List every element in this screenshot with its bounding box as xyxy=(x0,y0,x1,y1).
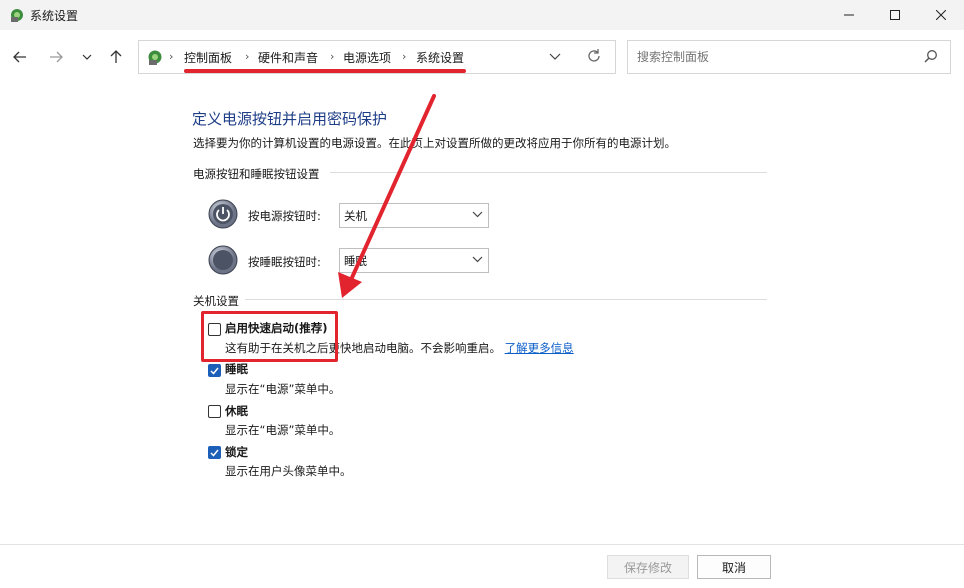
control-panel-icon xyxy=(11,9,23,22)
hibernate-option-title: 休眠 xyxy=(225,404,248,418)
sleep-button-action-select[interactable]: 睡眠 xyxy=(339,248,489,273)
sleep-button-label: 按睡眠按钮时: xyxy=(248,255,321,269)
minimize-button[interactable] xyxy=(826,0,872,30)
chevron-down-icon xyxy=(549,53,561,60)
back-button[interactable] xyxy=(9,46,31,68)
page-description: 选择要为你的计算机设置的电源设置。在此页上对设置所做的更改将应用于你所有的电源计… xyxy=(193,136,676,150)
minimize-icon xyxy=(844,14,854,16)
breadcrumb-separator-icon: › xyxy=(330,50,335,63)
section-divider xyxy=(245,299,767,300)
annotation-arrow-icon xyxy=(338,94,436,298)
breadcrumb-item-control-panel[interactable]: 控制面板 xyxy=(184,49,232,66)
breadcrumb-item-system-settings[interactable]: 系统设置 xyxy=(416,49,464,66)
chevron-down-icon xyxy=(472,211,483,218)
sleep-option-title: 睡眠 xyxy=(225,362,248,376)
up-button[interactable] xyxy=(105,46,127,68)
power-button-action-select[interactable]: 关机 xyxy=(339,203,489,228)
checkmark-icon xyxy=(210,449,219,457)
search-button[interactable] xyxy=(924,49,938,66)
lock-option-description: 显示在用户头像菜单中。 xyxy=(225,464,352,478)
window-title: 系统设置 xyxy=(30,9,79,23)
power-button-icon xyxy=(208,199,238,229)
footer-divider xyxy=(0,544,964,545)
refresh-button[interactable] xyxy=(586,48,602,67)
search-icon xyxy=(924,50,937,63)
search-input[interactable] xyxy=(637,50,907,64)
section-divider xyxy=(330,172,767,173)
recent-locations-button[interactable] xyxy=(76,46,98,68)
checkmark-icon xyxy=(210,367,219,375)
hibernate-option-description: 显示在“电源”菜单中。 xyxy=(225,423,341,437)
breadcrumb-item-power-options[interactable]: 电源选项 xyxy=(343,49,391,66)
sleep-option-description: 显示在“电源”菜单中。 xyxy=(225,382,341,396)
breadcrumb-separator-icon: › xyxy=(169,50,174,63)
cancel-button[interactable]: 取消 xyxy=(697,555,771,579)
title-bar xyxy=(0,0,964,30)
learn-more-link[interactable]: 了解更多信息 xyxy=(505,341,574,355)
save-changes-button[interactable]: 保存修改 xyxy=(607,555,689,579)
maximize-button[interactable] xyxy=(872,0,918,30)
sleep-button-icon xyxy=(208,245,238,275)
arrow-left-icon xyxy=(13,51,26,63)
maximize-icon xyxy=(890,10,900,20)
address-history-button[interactable] xyxy=(549,50,561,64)
breadcrumb-separator-icon: › xyxy=(402,50,407,63)
refresh-icon xyxy=(588,49,600,62)
arrow-up-icon xyxy=(110,50,122,63)
page-title: 定义电源按钮并启用密码保护 xyxy=(192,110,388,128)
chevron-down-icon xyxy=(82,54,92,60)
breadcrumb-separator-icon: › xyxy=(245,50,250,63)
control-panel-icon xyxy=(148,50,162,65)
annotation-underline xyxy=(184,69,466,73)
lock-option-title: 锁定 xyxy=(225,445,248,459)
power-button-action-value: 关机 xyxy=(344,208,367,223)
section-heading-buttons: 电源按钮和睡眠按钮设置 xyxy=(193,167,320,181)
forward-button[interactable] xyxy=(45,46,67,68)
chevron-down-icon xyxy=(472,256,483,263)
hibernate-checkbox[interactable] xyxy=(208,405,221,418)
sleep-button-action-value: 睡眠 xyxy=(344,253,367,268)
power-button-label: 按电源按钮时: xyxy=(248,209,321,223)
close-icon xyxy=(936,10,946,20)
arrow-right-icon xyxy=(50,51,63,63)
breadcrumb-item-hardware-sound[interactable]: 硬件和声音 xyxy=(258,49,318,66)
lock-checkbox[interactable] xyxy=(208,446,221,459)
sleep-checkbox[interactable] xyxy=(208,364,221,377)
section-heading-shutdown: 关机设置 xyxy=(193,294,239,308)
annotation-highlight-box xyxy=(201,311,338,362)
close-button[interactable] xyxy=(918,0,964,30)
